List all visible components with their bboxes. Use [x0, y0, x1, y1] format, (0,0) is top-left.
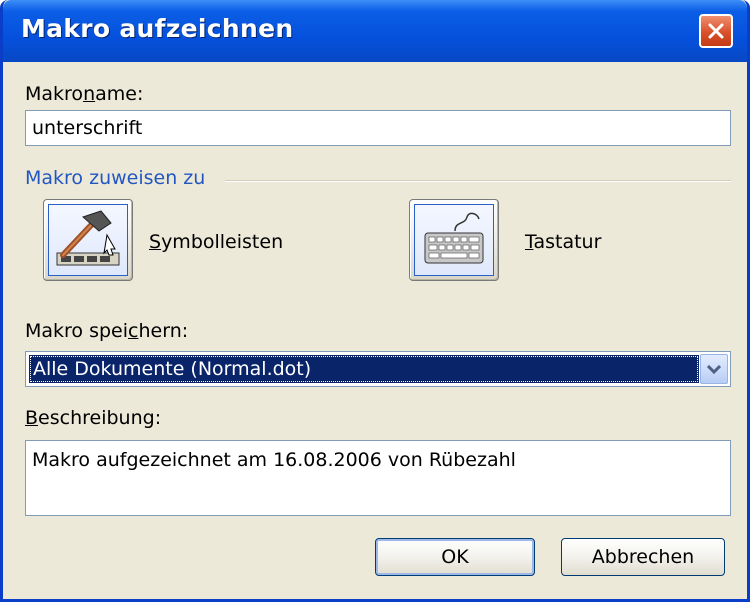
- ok-button[interactable]: OK: [375, 538, 535, 576]
- dropdown-button[interactable]: [700, 354, 728, 384]
- title-bar[interactable]: Makro aufzeichnen: [3, 0, 747, 62]
- hammer-toolbar-icon: [48, 204, 128, 276]
- toolbars-label: Symbolleisten: [149, 231, 284, 253]
- close-icon: [708, 23, 724, 39]
- macro-name-value: unterschrift: [32, 117, 143, 139]
- window-title: Makro aufzeichnen: [21, 14, 294, 43]
- store-dropdown[interactable]: Alle Dokumente (Normal.dot): [25, 351, 731, 387]
- close-button[interactable]: [699, 14, 733, 48]
- keyboard-icon: [414, 204, 494, 276]
- description-textarea[interactable]: Makro aufgezeichnet am 16.08.2006 von Rü…: [25, 440, 731, 516]
- cancel-button[interactable]: Abbrechen: [561, 538, 725, 576]
- description-label: Beschreibung:: [25, 407, 162, 429]
- assign-heading: Makro zuweisen zu: [25, 167, 206, 189]
- store-selected-value: Alle Dokumente (Normal.dot): [29, 355, 699, 383]
- section-divider: [225, 180, 731, 182]
- store-label: Makro speichern:: [25, 320, 189, 342]
- keyboard-label: Tastatur: [525, 231, 602, 253]
- toolbars-button[interactable]: [43, 199, 133, 281]
- keyboard-button[interactable]: [409, 199, 499, 281]
- chevron-down-icon: [706, 364, 722, 375]
- description-value: Makro aufgezeichnet am 16.08.2006 von Rü…: [32, 449, 516, 471]
- dialog-window: Makro aufzeichnen Makroname: unterschrif…: [0, 0, 750, 602]
- macro-name-input[interactable]: unterschrift: [25, 110, 731, 146]
- macro-name-label: Makroname:: [25, 83, 144, 105]
